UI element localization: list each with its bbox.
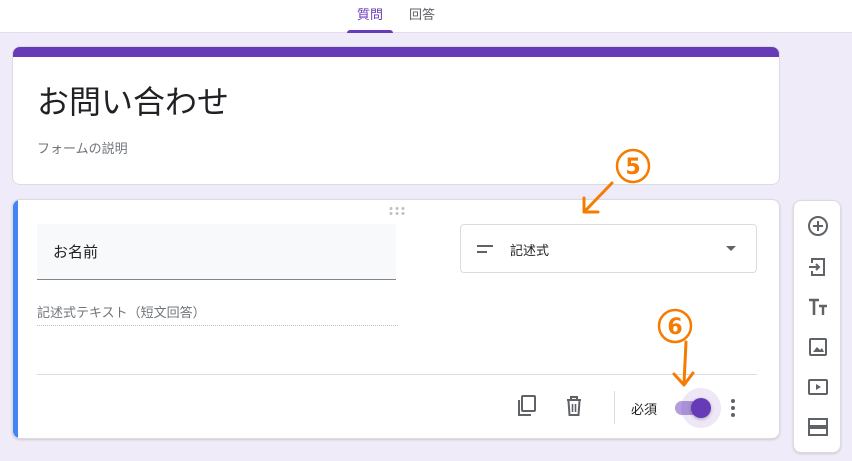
copy-icon[interactable] — [513, 392, 541, 420]
add-title-icon[interactable] — [806, 295, 830, 319]
active-tab-indicator — [347, 30, 393, 33]
toggle-knob — [691, 398, 711, 418]
top-tab-bar: 質問 回答 — [0, 0, 852, 33]
tab-responses[interactable]: 回答 — [400, 0, 444, 33]
form-title-card: お問い合わせ フォームの説明 — [12, 46, 780, 185]
card-footer-divider — [37, 374, 757, 375]
focus-accent-bar — [13, 200, 18, 438]
trash-icon[interactable] — [560, 392, 588, 420]
add-video-icon[interactable] — [806, 375, 830, 399]
tab-responses-label: 回答 — [408, 8, 435, 23]
dropdown-arrow-icon — [726, 246, 736, 251]
svg-text:5: 5 — [625, 155, 640, 180]
annotation-marker-5: 5 — [615, 148, 651, 184]
drag-handle-icon[interactable] — [387, 206, 407, 216]
more-options-icon[interactable] — [724, 393, 742, 423]
tab-questions-label: 質問 — [356, 8, 383, 23]
import-questions-icon[interactable] — [806, 255, 830, 279]
form-description[interactable]: フォームの説明 — [37, 138, 128, 157]
add-section-icon[interactable] — [806, 415, 830, 439]
footer-vertical-divider — [614, 391, 615, 424]
required-toggle[interactable] — [675, 388, 721, 428]
add-question-icon[interactable] — [806, 214, 830, 238]
question-type-label: 記述式 — [510, 244, 550, 259]
annotation-arrow-6 — [672, 340, 695, 387]
question-type-dropdown[interactable]: 記述式 — [460, 224, 757, 273]
short-text-icon — [477, 245, 493, 253]
add-image-icon[interactable] — [806, 335, 830, 359]
floating-toolbar — [793, 200, 841, 453]
form-title[interactable]: お問い合わせ — [37, 77, 229, 123]
question-title-input[interactable]: お名前 — [37, 224, 396, 280]
required-label: 必須 — [631, 403, 658, 418]
tab-questions[interactable]: 質問 — [347, 0, 393, 33]
short-answer-placeholder: 記述式テキスト（短文回答） — [37, 302, 398, 326]
title-card-accent-bar — [13, 47, 779, 57]
question-title-value: お名前 — [53, 243, 99, 261]
svg-text:6: 6 — [667, 315, 682, 340]
annotation-arrow-5 — [582, 181, 614, 214]
